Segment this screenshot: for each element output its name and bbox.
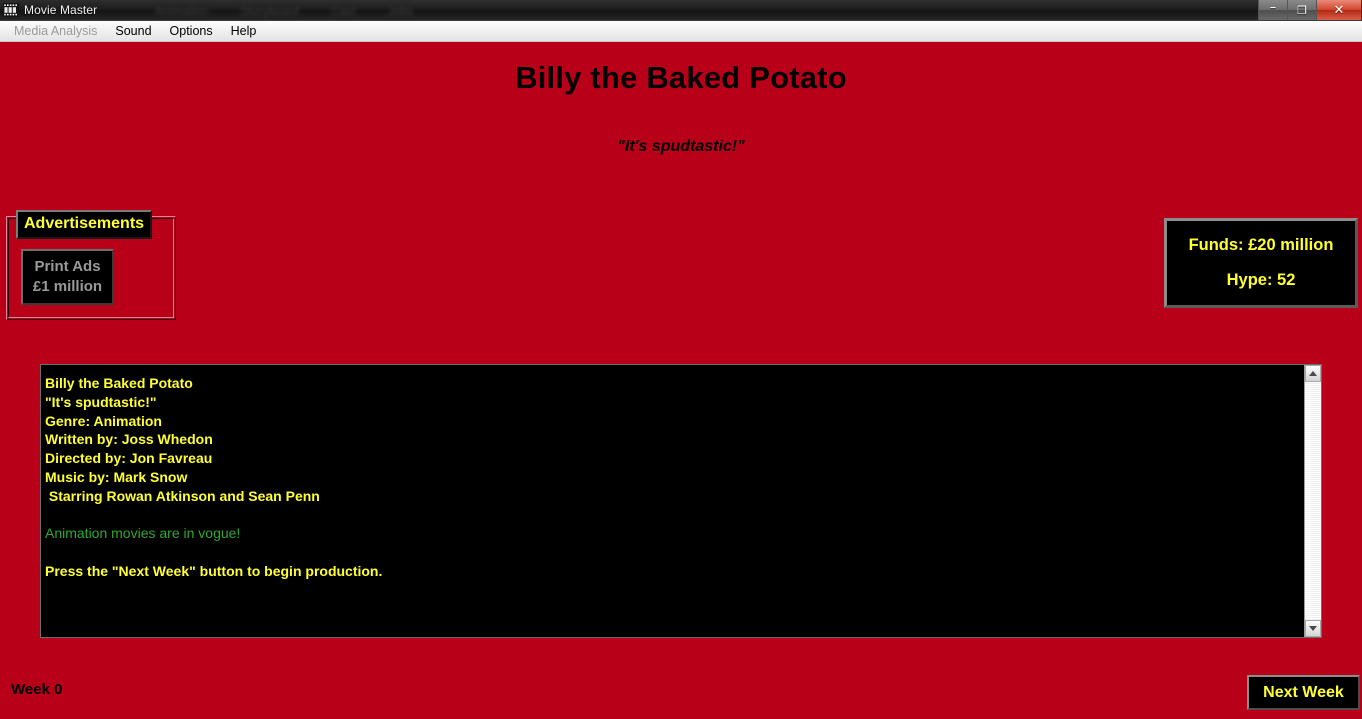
log-line: Billy the Baked Potato (45, 375, 193, 391)
menu-item-options[interactable]: Options (161, 22, 222, 40)
log-line: Written by: Joss Whedon (45, 431, 213, 448)
close-icon: ✕ (1333, 2, 1345, 18)
window-controls: – ❐ ✕ (1258, 0, 1362, 20)
ghost-label-1: Storyboard (240, 3, 300, 18)
minimize-icon: – (1269, 0, 1277, 15)
titlebar-ghost-overlay: Animation Storyboard Cast Jobs (155, 0, 414, 20)
movie-tagline: "It's spudtastic!" (617, 138, 745, 155)
log-line-spacer (43, 506, 1304, 525)
scroll-down-button[interactable] (1305, 620, 1321, 637)
title-bar[interactable]: Movie Master Animation Storyboard Cast J… (0, 0, 1362, 21)
print-ads-cost: £1 million (32, 278, 103, 295)
log-scrollbar[interactable] (1304, 365, 1321, 637)
log-line: "It's spudtastic!" (45, 393, 157, 410)
ghost-label-2: Cast (331, 3, 356, 18)
restore-icon: ❐ (1297, 3, 1307, 17)
log-line: Starring Rowan Atkinson and Sean Penn (45, 487, 320, 504)
print-ads-button[interactable]: Print Ads £1 million (21, 249, 114, 305)
menu-bar: Media Analysis Sound Options Help (0, 21, 1362, 42)
movie-title: Billy the Baked Potato (515, 60, 847, 95)
log-line: Press the "Next Week" button to begin pr… (45, 562, 383, 579)
restore-button[interactable]: ❐ (1287, 0, 1316, 20)
ghost-label-3: Jobs (387, 3, 414, 18)
log-line: Directed by: Jon Favreau (45, 450, 213, 467)
app-window: Movie Master Animation Storyboard Cast J… (0, 0, 1362, 719)
log-line: Genre: Animation (45, 412, 162, 429)
chevron-down-icon (1309, 626, 1317, 631)
print-ads-label: Print Ads (34, 257, 101, 275)
log-line: Music by: Mark Snow (45, 468, 188, 485)
status-log-textbox[interactable]: Billy the Baked Potato "It's spudtastic!… (40, 364, 1322, 638)
advertisements-legend: Advertisements (16, 210, 153, 239)
next-week-button[interactable]: Next Week (1247, 675, 1360, 710)
window-title: Movie Master (24, 3, 98, 17)
log-line-spacer (43, 543, 1304, 562)
status-log-content: Billy the Baked Potato "It's spudtastic!… (41, 365, 1304, 637)
scroll-up-button[interactable] (1305, 365, 1321, 382)
week-counter: Week 0 (11, 681, 63, 698)
hype-value: Hype: 52 (1226, 270, 1296, 289)
menu-item-help[interactable]: Help (222, 22, 266, 40)
funds-value: Funds: £20 million (1188, 236, 1334, 255)
menu-item-media-analysis: Media Analysis (14, 24, 98, 38)
stats-panel: Funds: £20 million Hype: 52 (1164, 218, 1358, 308)
chevron-up-icon (1309, 371, 1317, 376)
minimize-button[interactable]: – (1258, 0, 1287, 20)
close-button[interactable]: ✕ (1316, 0, 1362, 20)
ghost-label-0: Animation (155, 3, 209, 18)
menu-item-sound[interactable]: Sound (106, 22, 160, 40)
log-line: Animation movies are in vogue! (45, 525, 241, 542)
film-strip-icon (3, 3, 19, 17)
